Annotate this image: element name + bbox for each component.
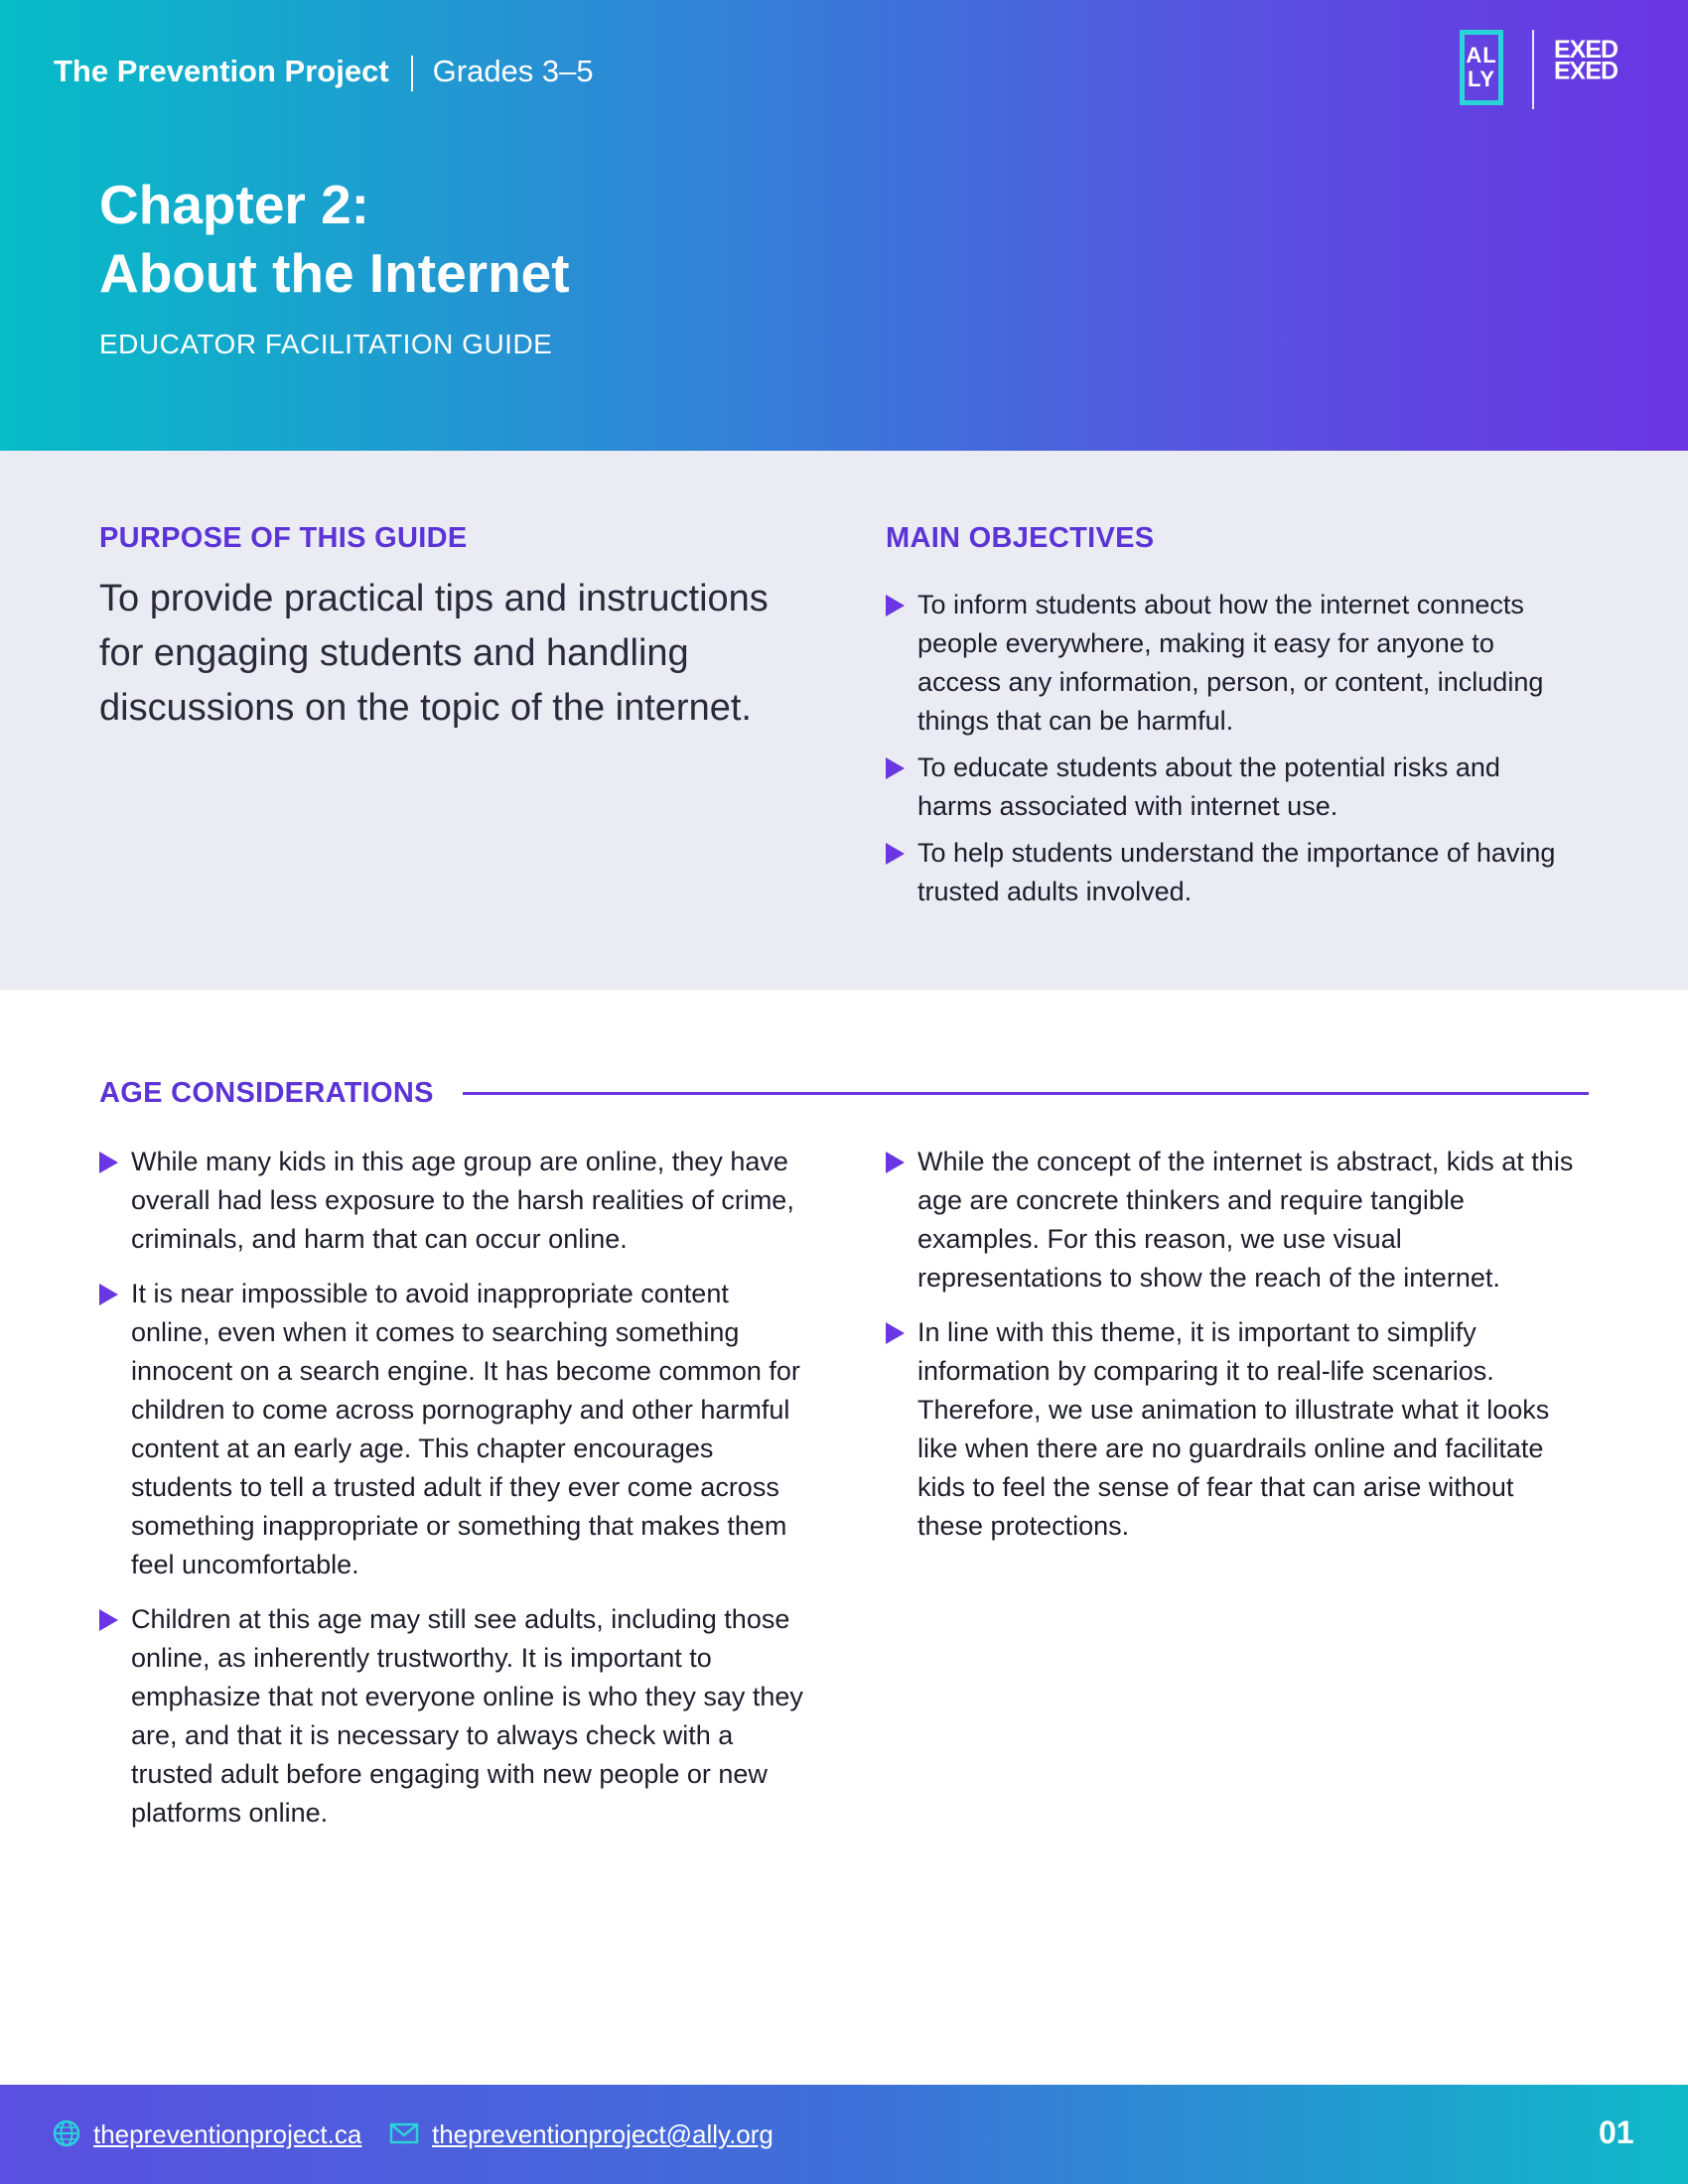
age-item: While the concept of the internet is abs… xyxy=(886,1143,1581,1297)
ally-logo-line1: AL xyxy=(1466,43,1497,68)
objective-text: To help students understand the importan… xyxy=(917,838,1556,906)
age-considerations-heading: AGE CONSIDERATIONS xyxy=(99,1077,434,1109)
purpose-heading: PURPOSE OF THIS GUIDE xyxy=(99,522,468,554)
triangle-bullet-icon xyxy=(886,595,905,616)
objective-text: To inform students about how the interne… xyxy=(917,590,1544,736)
age-item-text: Children at this age may still see adult… xyxy=(131,1604,803,1828)
exed-logo-reflection: EXED xyxy=(1554,56,1618,83)
mail-icon xyxy=(389,2122,419,2144)
header-banner: The Prevention Project Grades 3–5 AL LY E… xyxy=(0,0,1688,451)
email-link[interactable]: thepreventionproject@ally.org xyxy=(432,2118,774,2150)
objectives-list: To inform students about how the interne… xyxy=(886,586,1581,919)
age-item: While many kids in this age group are on… xyxy=(99,1143,814,1259)
website-link[interactable]: thepreventionproject.ca xyxy=(93,2118,361,2150)
objective-text: To educate students about the potential … xyxy=(917,752,1500,821)
chapter-number: Chapter 2: xyxy=(99,174,369,235)
brand-line: The Prevention Project Grades 3–5 xyxy=(54,52,594,91)
ally-logo: AL LY xyxy=(1460,30,1503,105)
triangle-bullet-icon xyxy=(99,1284,118,1305)
age-item: It is near impossible to avoid inappropr… xyxy=(99,1275,814,1584)
chapter-title: Chapter 2: About the Internet xyxy=(99,171,570,308)
age-item-text: While the concept of the internet is abs… xyxy=(917,1147,1574,1293)
brand-name: The Prevention Project xyxy=(54,54,389,88)
heading-rule xyxy=(463,1092,1589,1095)
globe-icon xyxy=(53,2119,80,2147)
ally-logo-line2: LY xyxy=(1467,67,1496,91)
age-list-left: While many kids in this age group are on… xyxy=(99,1143,814,1841)
objective-item: To help students understand the importan… xyxy=(886,834,1581,911)
logo-divider xyxy=(1532,30,1534,109)
brand-divider xyxy=(410,55,413,91)
age-item: Children at this age may still see adult… xyxy=(99,1600,814,1833)
objective-item: To inform students about how the interne… xyxy=(886,586,1581,741)
page-number: 01 xyxy=(1599,2115,1634,2150)
triangle-bullet-icon xyxy=(99,1609,118,1631)
grade-label: Grades 3–5 xyxy=(432,54,594,88)
guide-subtitle: EDUCATOR FACILITATION GUIDE xyxy=(99,329,553,359)
chapter-name: About the Internet xyxy=(99,242,570,304)
triangle-bullet-icon xyxy=(886,1322,905,1344)
objective-item: To educate students about the potential … xyxy=(886,749,1581,826)
purpose-text: To provide practical tips and instructio… xyxy=(99,578,769,729)
age-item-text: In line with this theme, it is important… xyxy=(917,1317,1550,1541)
triangle-bullet-icon xyxy=(99,1152,118,1173)
age-item: In line with this theme, it is important… xyxy=(886,1313,1581,1546)
age-item-text: It is near impossible to avoid inappropr… xyxy=(131,1279,800,1579)
exed-logo: EXED EXED xyxy=(1554,38,1618,84)
triangle-bullet-icon xyxy=(886,1152,905,1173)
age-list-right: While the concept of the internet is abs… xyxy=(886,1143,1581,1554)
triangle-bullet-icon xyxy=(886,843,905,865)
footer-bar: thepreventionproject.ca thepreventionpro… xyxy=(0,2085,1688,2184)
objectives-heading: MAIN OBJECTIVES xyxy=(886,522,1155,554)
triangle-bullet-icon xyxy=(886,757,905,779)
age-item-text: While many kids in this age group are on… xyxy=(131,1147,794,1254)
